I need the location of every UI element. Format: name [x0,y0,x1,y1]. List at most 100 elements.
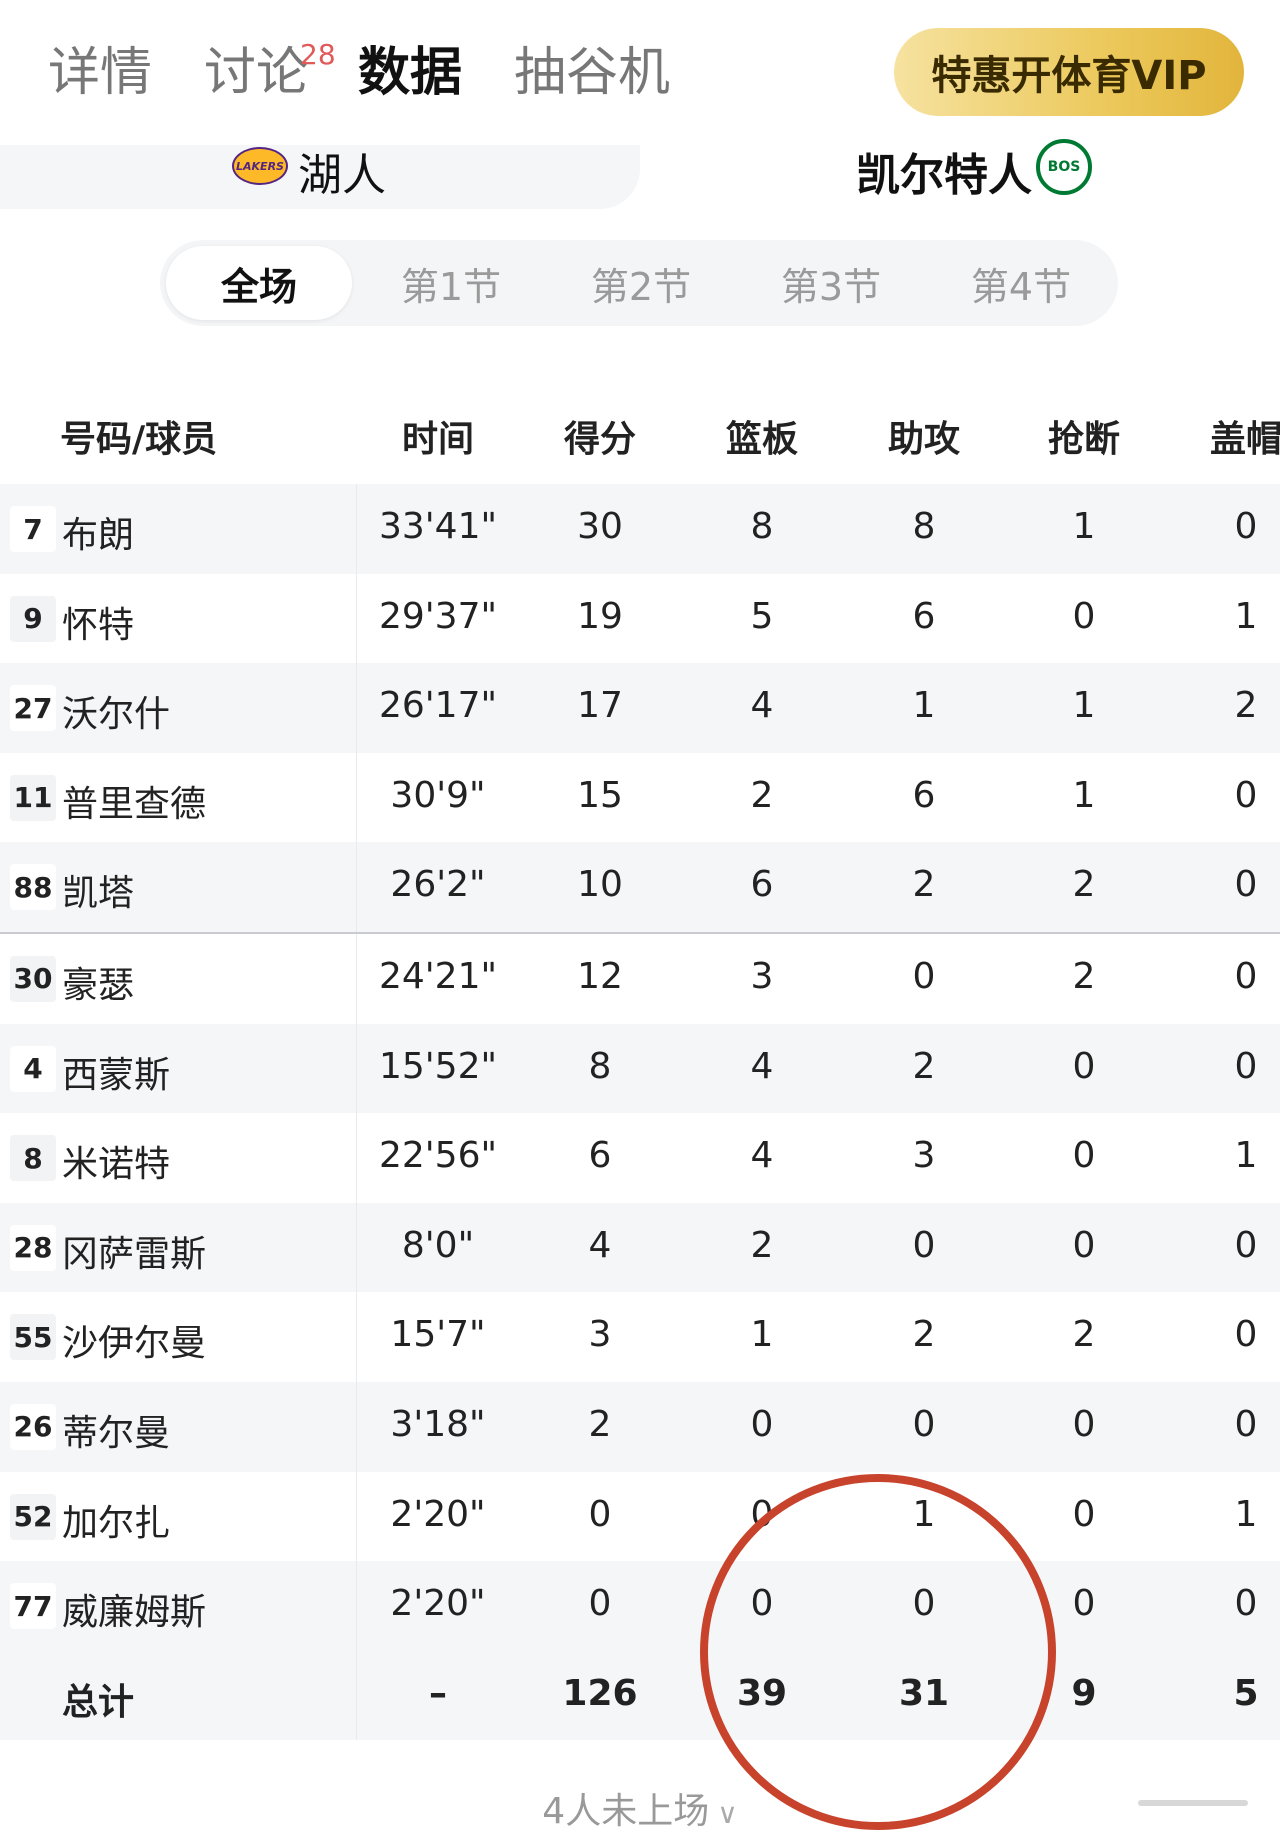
total-label: 总计 [62,1681,135,1723]
column-divider [356,1561,357,1651]
assists-value: 1 [912,1493,936,1535]
column-divider [356,1202,357,1293]
steals-value: 2 [1072,864,1096,906]
total-rebounds: 39 [736,1672,788,1714]
time-value: 29'37" [378,595,498,637]
team-header: LAKERS 湖人 凯尔特人 BOS [0,139,1280,213]
away-team-name[interactable]: 凯尔特人 [856,139,1032,203]
period-q2[interactable]: 第2节 [548,246,734,320]
header-steals[interactable]: 抢断 [1048,410,1120,462]
blocks-value: 0 [1234,506,1258,547]
time-value: 8'0" [401,1224,475,1266]
player-name[interactable]: 冈萨雷斯 [62,1225,206,1277]
player-name[interactable]: 西蒙斯 [62,1046,170,1098]
header-time[interactable]: 时间 [402,410,474,462]
rebounds-value: 0 [750,1493,774,1535]
steals-value: 1 [1072,506,1096,547]
rebounds-value: 4 [750,685,774,727]
jersey-number: 77 [10,1583,56,1630]
time-value: 15'52" [378,1045,498,1087]
player-name[interactable]: 凯塔 [62,864,134,916]
home-team-name[interactable]: 湖人 [298,139,386,203]
player-cell: 52 加尔扎 [0,1472,356,1562]
table-row[interactable]: 77 威廉姆斯 2'20" 0 0 0 0 0 [0,1561,1280,1651]
total-row: 总计 – 126 39 31 9 5 [0,1650,1280,1741]
player-name[interactable]: 蒂尔曼 [62,1404,170,1456]
table-row[interactable]: 4 西蒙斯 15'52" 8 4 2 0 0 [0,1023,1280,1114]
period-q3[interactable]: 第3节 [738,246,924,320]
column-divider [356,1113,357,1203]
blocks-value: 0 [1234,1583,1258,1625]
column-divider [356,752,357,843]
player-name[interactable]: 布朗 [62,506,134,558]
player-cell: 27 沃尔什 [0,663,356,753]
tab-data[interactable]: 数据 [358,38,462,108]
header-rebounds[interactable]: 篮板 [726,410,798,462]
steals-value: 0 [1072,1493,1096,1535]
vip-button[interactable]: 特惠开体育VIP [894,28,1244,116]
table-row[interactable]: 55 沙伊尔曼 15'7" 3 1 2 2 0 [0,1292,1280,1382]
player-name[interactable]: 怀特 [62,596,134,648]
table-row[interactable]: 7 布朗 33'41" 30 8 8 1 0 [0,484,1280,574]
steals-value: 1 [1072,685,1096,727]
tab-details[interactable]: 详情 [48,38,152,108]
show-bench-players-button[interactable]: 4人未上场 ∨ [0,1782,1280,1834]
total-assists: 31 [898,1672,950,1714]
header-assists[interactable]: 助攻 [888,410,960,462]
period-q4[interactable]: 第4节 [928,246,1114,320]
table-row[interactable]: 26 蒂尔曼 3'18" 2 0 0 0 0 [0,1381,1280,1472]
tab-discuss[interactable]: 讨论 [204,38,308,108]
tab-lottery[interactable]: 抽谷机 [514,38,670,108]
away-team-logo-icon: BOS [1036,139,1092,195]
player-name[interactable]: 沃尔什 [62,685,170,737]
table-row[interactable]: 8 米诺特 22'56" 6 4 3 0 1 [0,1113,1280,1203]
blocks-value: 0 [1234,1224,1258,1266]
table-row[interactable]: 11 普里查德 30'9" 15 2 6 1 0 [0,752,1280,843]
blocks-value: 0 [1234,955,1258,997]
player-name[interactable]: 普里查德 [62,775,206,827]
header-points[interactable]: 得分 [564,410,636,462]
table-row[interactable]: 9 怀特 29'37" 19 5 6 0 1 [0,573,1280,664]
time-value: 33'41" [378,506,498,547]
assists-value: 8 [912,506,936,547]
blocks-value: 0 [1234,774,1258,816]
player-cell: 88 凯塔 [0,842,356,932]
time-value: 22'56" [378,1135,498,1177]
player-name[interactable]: 加尔扎 [62,1494,170,1546]
column-divider [356,573,357,664]
jersey-number: 28 [10,1224,56,1271]
bench-count-label: 4人未上场 [542,1791,710,1832]
assists-value: 2 [912,1045,936,1087]
column-divider [356,1023,357,1114]
header-blocks[interactable]: 盖帽 [1210,410,1280,462]
column-divider [356,1381,357,1472]
table-row[interactable]: 28 冈萨雷斯 8'0" 4 2 0 0 0 [0,1202,1280,1293]
player-name[interactable]: 沙伊尔曼 [62,1314,206,1366]
blocks-value: 0 [1234,864,1258,906]
column-divider [356,1292,357,1382]
player-name[interactable]: 豪瑟 [62,956,134,1008]
steals-value: 1 [1072,774,1096,816]
player-cell: 55 沙伊尔曼 [0,1292,356,1382]
column-divider [356,1471,357,1562]
jersey-number: 27 [10,685,56,732]
player-name[interactable]: 米诺特 [62,1135,170,1187]
table-row[interactable]: 88 凯塔 26'2" 10 6 2 2 0 [0,842,1280,934]
points-value: 8 [588,1045,612,1087]
player-cell: 8 米诺特 [0,1113,356,1203]
table-row[interactable]: 27 沃尔什 26'17" 17 4 1 1 2 [0,663,1280,753]
points-value: 0 [588,1583,612,1625]
time-value: 30'9" [390,774,486,816]
total-blocks: 5 [1233,1672,1259,1714]
table-row[interactable]: 52 加尔扎 2'20" 0 0 1 0 1 [0,1471,1280,1562]
home-team-logo-icon: LAKERS [232,147,288,185]
table-row[interactable]: 30 豪瑟 24'21" 12 3 0 2 0 [0,933,1280,1024]
points-value: 0 [588,1493,612,1535]
rebounds-value: 2 [750,1224,774,1266]
blocks-value: 0 [1234,1045,1258,1087]
assists-value: 1 [912,685,936,727]
period-q1[interactable]: 第1节 [358,246,544,320]
rebounds-value: 5 [750,595,774,637]
player-name[interactable]: 威廉姆斯 [62,1583,206,1635]
period-full-game[interactable]: 全场 [166,246,352,320]
